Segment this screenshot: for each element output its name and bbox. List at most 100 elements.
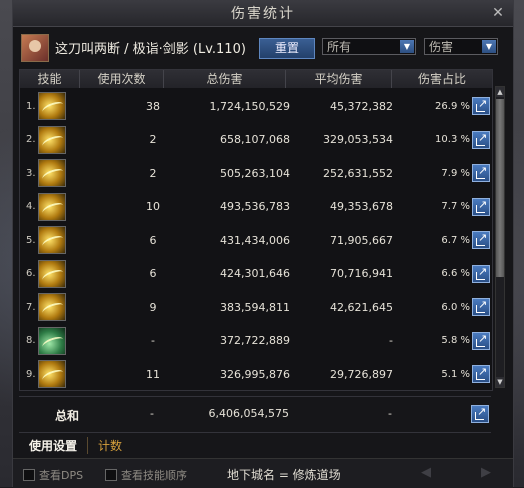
checkbox-box[interactable]: [23, 469, 35, 481]
row-avg-damage: 45,372,382: [330, 99, 393, 113]
table-row[interactable]: 8. - 372,722,889 - 5.8 %: [20, 324, 492, 358]
row-avg-damage: 329,053,534: [323, 133, 393, 146]
show-dps-checkbox[interactable]: 查看DPS: [23, 467, 83, 483]
totals-row: 总和 - 6,406,054,575 -: [19, 396, 491, 431]
row-total-damage: 505,263,104: [220, 166, 290, 180]
header-skill[interactable]: 技能: [20, 70, 80, 88]
row-avg-damage: 70,716,941: [330, 267, 393, 280]
row-detail-button[interactable]: [472, 197, 490, 216]
row-damage-share: 10.3 %: [435, 134, 470, 145]
row-total-damage: 424,301,646: [220, 267, 290, 280]
table-row[interactable]: 7. 9 383,594,811 42,621,645 6.0 %: [20, 290, 492, 324]
show-skill-order-checkbox[interactable]: 查看技能顺序: [105, 467, 187, 483]
row-use-count: 2: [149, 166, 157, 180]
row-damage-share: 7.7 %: [441, 201, 470, 212]
row-detail-button[interactable]: [472, 164, 490, 182]
table-row[interactable]: 4. 10 493,536,783 49,353,678 7.7 %: [20, 190, 492, 224]
gold-slash-icon: [38, 293, 66, 321]
row-use-count: 6: [149, 233, 157, 247]
table-row[interactable]: 9. 11 326,995,876 29,726,897 5.1 %: [20, 357, 492, 391]
gold-slash-icon: [38, 125, 66, 154]
totals-avg-damage: -: [388, 407, 392, 420]
row-detail-button[interactable]: [472, 97, 490, 115]
bottom-tabs: 使用设置 计数: [19, 432, 491, 457]
damage-type-dropdown[interactable]: 伤害 ▼: [424, 38, 498, 55]
row-total-damage: 372,722,889: [220, 334, 290, 347]
row-avg-damage: 42,621,645: [330, 300, 393, 314]
row-damage-share: 5.1 %: [441, 368, 470, 380]
row-rank: 2.: [26, 134, 36, 145]
table-row[interactable]: 6. 6 424,301,646 70,716,941 6.6 %: [20, 257, 492, 291]
chevron-down-icon[interactable]: ▼: [482, 40, 496, 53]
row-detail-button[interactable]: [472, 331, 490, 350]
row-use-count: 11: [146, 367, 160, 381]
row-avg-damage: 252,631,552: [323, 166, 393, 180]
damage-stats-window: 伤害统计 ✕ 这刀叫两断 / 极诣·剑影 (Lv.110) 重置 所有 ▼ 伤害…: [12, 0, 514, 488]
row-total-damage: 431,434,006: [220, 233, 290, 247]
reset-button[interactable]: 重置: [259, 38, 315, 59]
row-detail-button[interactable]: [472, 264, 490, 283]
row-use-count: 38: [146, 99, 160, 113]
next-arrow-icon[interactable]: ▶: [481, 465, 491, 480]
gold-slash-icon: [38, 159, 66, 187]
row-detail-button[interactable]: [472, 130, 490, 149]
row-damage-share: 6.6 %: [441, 268, 470, 279]
scroll-thumb[interactable]: [496, 99, 504, 277]
row-rank: 6.: [26, 268, 36, 279]
row-use-count: 10: [146, 200, 160, 213]
row-total-damage: 493,536,783: [220, 200, 290, 213]
row-avg-damage: 71,905,667: [330, 233, 393, 247]
row-damage-share: 7.9 %: [441, 167, 470, 179]
table-scrollbar[interactable]: ▲ ▼: [495, 86, 505, 388]
filter-dropdown-value: 所有: [327, 40, 352, 54]
player-name: 这刀叫两断 / 极诣·剑影 (Lv.110): [55, 42, 246, 57]
row-rank: 1.: [26, 100, 36, 112]
row-use-count: 6: [149, 267, 157, 280]
header-total-damage[interactable]: 总伤害: [164, 70, 286, 88]
window-title: 伤害统计: [231, 6, 295, 22]
row-damage-share: 6.7 %: [441, 234, 470, 246]
gold-slash-icon: [38, 192, 66, 221]
table-row[interactable]: 2. 2 658,107,068 329,053,534 10.3 %: [20, 123, 492, 157]
table-row[interactable]: 1. 38 1,724,150,529 45,372,382 26.9 %: [20, 89, 492, 123]
row-total-damage: 1,724,150,529: [209, 99, 290, 113]
header-avg-damage[interactable]: 平均伤害: [286, 70, 392, 88]
chevron-down-icon[interactable]: ▼: [400, 40, 414, 53]
close-icon[interactable]: ✕: [489, 4, 507, 22]
gold-slash-icon: [38, 226, 66, 254]
row-rank: 8.: [26, 335, 36, 346]
header-use-count[interactable]: 使用次数: [80, 70, 164, 88]
row-detail-button[interactable]: [472, 298, 490, 316]
table-header: 技能 使用次数 总伤害 平均伤害 伤害占比: [20, 70, 492, 88]
gold-slash-icon: [38, 360, 66, 388]
checkbox-box[interactable]: [105, 469, 117, 481]
totals-total-damage: 6,406,054,575: [208, 407, 289, 420]
tab-settings[interactable]: 使用设置: [19, 437, 87, 454]
row-detail-button[interactable]: [472, 365, 490, 383]
row-damage-share: 6.0 %: [441, 301, 470, 313]
table-row[interactable]: 5. 6 431,434,006 71,905,667 6.7 %: [20, 223, 492, 257]
row-rank: 9.: [26, 368, 36, 380]
scroll-down-arrow-icon[interactable]: ▼: [496, 377, 504, 387]
row-use-count: -: [151, 334, 155, 347]
row-use-count: 9: [149, 300, 157, 314]
row-rank: 7.: [26, 301, 36, 313]
filter-dropdown[interactable]: 所有 ▼: [322, 38, 416, 55]
totals-label: 总和: [55, 409, 80, 423]
title-bar[interactable]: 伤害统计 ✕: [13, 0, 513, 27]
totals-detail-button[interactable]: [471, 405, 489, 423]
row-rank: 5.: [26, 234, 36, 246]
scroll-up-arrow-icon[interactable]: ▲: [496, 87, 504, 97]
row-detail-button[interactable]: [472, 231, 490, 249]
row-total-damage: 658,107,068: [220, 133, 290, 146]
footer-bar: 查看DPS 查看技能顺序 地下城名 = 修炼道场 ◀ ▶: [13, 458, 513, 488]
totals-count: -: [150, 407, 154, 420]
header-damage-share[interactable]: 伤害占比: [392, 70, 492, 88]
row-avg-damage: 49,353,678: [330, 200, 393, 213]
show-skill-order-label: 查看技能顺序: [121, 469, 187, 482]
table-row[interactable]: 3. 2 505,263,104 252,631,552 7.9 %: [20, 156, 492, 190]
prev-arrow-icon[interactable]: ◀: [421, 465, 431, 480]
row-rank: 4.: [26, 201, 36, 212]
row-damage-share: 5.8 %: [441, 335, 470, 346]
tab-count[interactable]: 计数: [87, 436, 132, 454]
